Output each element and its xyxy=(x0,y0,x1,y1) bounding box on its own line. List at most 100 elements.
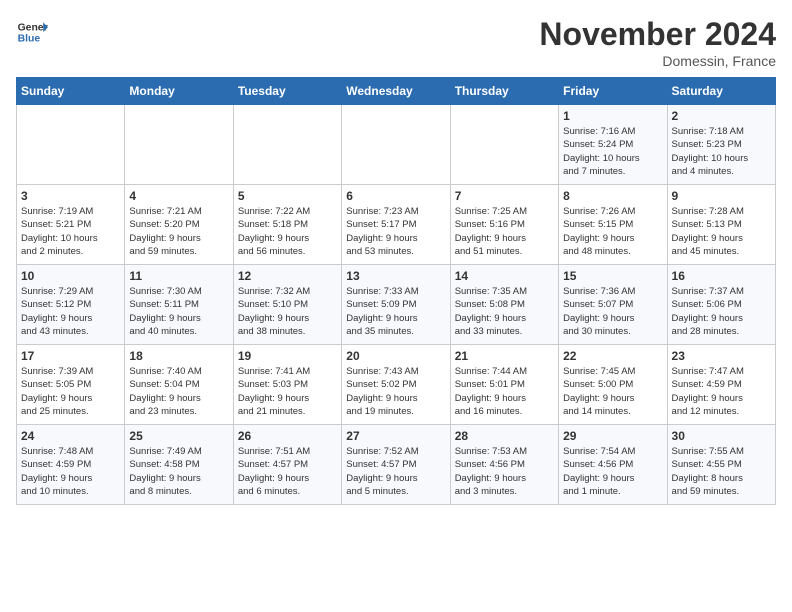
day-content: Sunrise: 7:36 AM Sunset: 5:07 PM Dayligh… xyxy=(563,285,662,338)
calendar-cell: 28 Sunrise: 7:53 AM Sunset: 4:56 PM Dayli… xyxy=(450,425,558,505)
day-content: Sunrise: 7:47 AM Sunset: 4:59 PM Dayligh… xyxy=(672,365,771,418)
calendar-cell: 14 Sunrise: 7:35 AM Sunset: 5:08 PM Dayli… xyxy=(450,265,558,345)
day-content: Sunrise: 7:52 AM Sunset: 4:57 PM Dayligh… xyxy=(346,445,445,498)
calendar-cell: 5 Sunrise: 7:22 AM Sunset: 5:18 PM Daylig… xyxy=(233,185,341,265)
day-content: Sunrise: 7:19 AM Sunset: 5:21 PM Dayligh… xyxy=(21,205,120,258)
day-number: 3 xyxy=(21,189,120,203)
calendar-cell: 6 Sunrise: 7:23 AM Sunset: 5:17 PM Daylig… xyxy=(342,185,450,265)
weekday-header-friday: Friday xyxy=(559,78,667,105)
day-number: 7 xyxy=(455,189,554,203)
day-number: 29 xyxy=(563,429,662,443)
day-content: Sunrise: 7:54 AM Sunset: 4:56 PM Dayligh… xyxy=(563,445,662,498)
day-content: Sunrise: 7:48 AM Sunset: 4:59 PM Dayligh… xyxy=(21,445,120,498)
day-number: 15 xyxy=(563,269,662,283)
day-content: Sunrise: 7:28 AM Sunset: 5:13 PM Dayligh… xyxy=(672,205,771,258)
day-content: Sunrise: 7:32 AM Sunset: 5:10 PM Dayligh… xyxy=(238,285,337,338)
calendar-week-3: 10 Sunrise: 7:29 AM Sunset: 5:12 PM Dayli… xyxy=(17,265,776,345)
calendar-cell: 23 Sunrise: 7:47 AM Sunset: 4:59 PM Dayli… xyxy=(667,345,775,425)
day-content: Sunrise: 7:23 AM Sunset: 5:17 PM Dayligh… xyxy=(346,205,445,258)
day-content: Sunrise: 7:30 AM Sunset: 5:11 PM Dayligh… xyxy=(129,285,228,338)
calendar-cell: 15 Sunrise: 7:36 AM Sunset: 5:07 PM Dayli… xyxy=(559,265,667,345)
calendar-cell: 13 Sunrise: 7:33 AM Sunset: 5:09 PM Dayli… xyxy=(342,265,450,345)
day-number: 30 xyxy=(672,429,771,443)
calendar-cell: 27 Sunrise: 7:52 AM Sunset: 4:57 PM Dayli… xyxy=(342,425,450,505)
day-number: 13 xyxy=(346,269,445,283)
day-number: 19 xyxy=(238,349,337,363)
day-number: 21 xyxy=(455,349,554,363)
calendar-cell: 8 Sunrise: 7:26 AM Sunset: 5:15 PM Daylig… xyxy=(559,185,667,265)
calendar-cell: 2 Sunrise: 7:18 AM Sunset: 5:23 PM Daylig… xyxy=(667,105,775,185)
svg-text:Blue: Blue xyxy=(18,34,41,45)
day-number: 23 xyxy=(672,349,771,363)
calendar-cell: 7Sunrise: 7:25 AM Sunset: 5:16 PM Daylig… xyxy=(450,185,558,265)
calendar-cell xyxy=(233,105,341,185)
calendar-week-1: 1 Sunrise: 7:16 AM Sunset: 5:24 PM Daylig… xyxy=(17,105,776,185)
calendar-cell: 18 Sunrise: 7:40 AM Sunset: 5:04 PM Dayli… xyxy=(125,345,233,425)
day-number: 2 xyxy=(672,109,771,123)
day-content: Sunrise: 7:16 AM Sunset: 5:24 PM Dayligh… xyxy=(563,125,662,178)
day-number: 5 xyxy=(238,189,337,203)
calendar-cell xyxy=(17,105,125,185)
day-number: 25 xyxy=(129,429,228,443)
day-content: Sunrise: 7:51 AM Sunset: 4:57 PM Dayligh… xyxy=(238,445,337,498)
calendar-cell xyxy=(450,105,558,185)
weekday-header-thursday: Thursday xyxy=(450,78,558,105)
day-content: Sunrise: 7:29 AM Sunset: 5:12 PM Dayligh… xyxy=(21,285,120,338)
logo-icon: General Blue xyxy=(16,16,48,48)
calendar-cell: 25 Sunrise: 7:49 AM Sunset: 4:58 PM Dayli… xyxy=(125,425,233,505)
day-content: Sunrise: 7:55 AM Sunset: 4:55 PM Dayligh… xyxy=(672,445,771,498)
day-content: Sunrise: 7:35 AM Sunset: 5:08 PM Dayligh… xyxy=(455,285,554,338)
calendar-cell xyxy=(125,105,233,185)
page-header: General Blue November 2024 Domessin, Fra… xyxy=(16,16,776,69)
day-content: Sunrise: 7:43 AM Sunset: 5:02 PM Dayligh… xyxy=(346,365,445,418)
calendar-cell: 10 Sunrise: 7:29 AM Sunset: 5:12 PM Dayli… xyxy=(17,265,125,345)
calendar-cell: 22 Sunrise: 7:45 AM Sunset: 5:00 PM Dayli… xyxy=(559,345,667,425)
month-title: November 2024 xyxy=(539,16,776,53)
day-content: Sunrise: 7:49 AM Sunset: 4:58 PM Dayligh… xyxy=(129,445,228,498)
calendar-cell: 11 Sunrise: 7:30 AM Sunset: 5:11 PM Dayli… xyxy=(125,265,233,345)
day-content: Sunrise: 7:53 AM Sunset: 4:56 PM Dayligh… xyxy=(455,445,554,498)
weekday-header-sunday: Sunday xyxy=(17,78,125,105)
day-number: 1 xyxy=(563,109,662,123)
calendar-week-2: 3 Sunrise: 7:19 AM Sunset: 5:21 PM Daylig… xyxy=(17,185,776,265)
day-content: Sunrise: 7:41 AM Sunset: 5:03 PM Dayligh… xyxy=(238,365,337,418)
day-content: Sunrise: 7:33 AM Sunset: 5:09 PM Dayligh… xyxy=(346,285,445,338)
calendar-cell: 29 Sunrise: 7:54 AM Sunset: 4:56 PM Dayli… xyxy=(559,425,667,505)
calendar-cell: 3 Sunrise: 7:19 AM Sunset: 5:21 PM Daylig… xyxy=(17,185,125,265)
day-number: 24 xyxy=(21,429,120,443)
calendar-cell: 9Sunrise: 7:28 AM Sunset: 5:13 PM Daylig… xyxy=(667,185,775,265)
calendar-cell: 12Sunrise: 7:32 AM Sunset: 5:10 PM Dayli… xyxy=(233,265,341,345)
day-number: 22 xyxy=(563,349,662,363)
day-content: Sunrise: 7:37 AM Sunset: 5:06 PM Dayligh… xyxy=(672,285,771,338)
calendar-cell: 21Sunrise: 7:44 AM Sunset: 5:01 PM Dayli… xyxy=(450,345,558,425)
day-number: 28 xyxy=(455,429,554,443)
calendar-cell: 19 Sunrise: 7:41 AM Sunset: 5:03 PM Dayli… xyxy=(233,345,341,425)
day-content: Sunrise: 7:22 AM Sunset: 5:18 PM Dayligh… xyxy=(238,205,337,258)
day-number: 17 xyxy=(21,349,120,363)
calendar-cell: 17 Sunrise: 7:39 AM Sunset: 5:05 PM Dayli… xyxy=(17,345,125,425)
calendar-cell: 20Sunrise: 7:43 AM Sunset: 5:02 PM Dayli… xyxy=(342,345,450,425)
day-number: 10 xyxy=(21,269,120,283)
calendar-cell: 24 Sunrise: 7:48 AM Sunset: 4:59 PM Dayli… xyxy=(17,425,125,505)
day-number: 18 xyxy=(129,349,228,363)
day-content: Sunrise: 7:39 AM Sunset: 5:05 PM Dayligh… xyxy=(21,365,120,418)
calendar-cell: 30 Sunrise: 7:55 AM Sunset: 4:55 PM Dayli… xyxy=(667,425,775,505)
calendar-cell xyxy=(342,105,450,185)
day-content: Sunrise: 7:18 AM Sunset: 5:23 PM Dayligh… xyxy=(672,125,771,178)
day-number: 6 xyxy=(346,189,445,203)
location: Domessin, France xyxy=(539,53,776,69)
day-number: 26 xyxy=(238,429,337,443)
day-number: 16 xyxy=(672,269,771,283)
day-content: Sunrise: 7:40 AM Sunset: 5:04 PM Dayligh… xyxy=(129,365,228,418)
day-content: Sunrise: 7:21 AM Sunset: 5:20 PM Dayligh… xyxy=(129,205,228,258)
day-number: 14 xyxy=(455,269,554,283)
day-number: 4 xyxy=(129,189,228,203)
day-number: 27 xyxy=(346,429,445,443)
day-number: 11 xyxy=(129,269,228,283)
calendar-week-4: 17 Sunrise: 7:39 AM Sunset: 5:05 PM Dayli… xyxy=(17,345,776,425)
logo: General Blue xyxy=(16,16,48,48)
day-number: 8 xyxy=(563,189,662,203)
day-content: Sunrise: 7:45 AM Sunset: 5:00 PM Dayligh… xyxy=(563,365,662,418)
day-content: Sunrise: 7:26 AM Sunset: 5:15 PM Dayligh… xyxy=(563,205,662,258)
calendar-cell: 16 Sunrise: 7:37 AM Sunset: 5:06 PM Dayli… xyxy=(667,265,775,345)
